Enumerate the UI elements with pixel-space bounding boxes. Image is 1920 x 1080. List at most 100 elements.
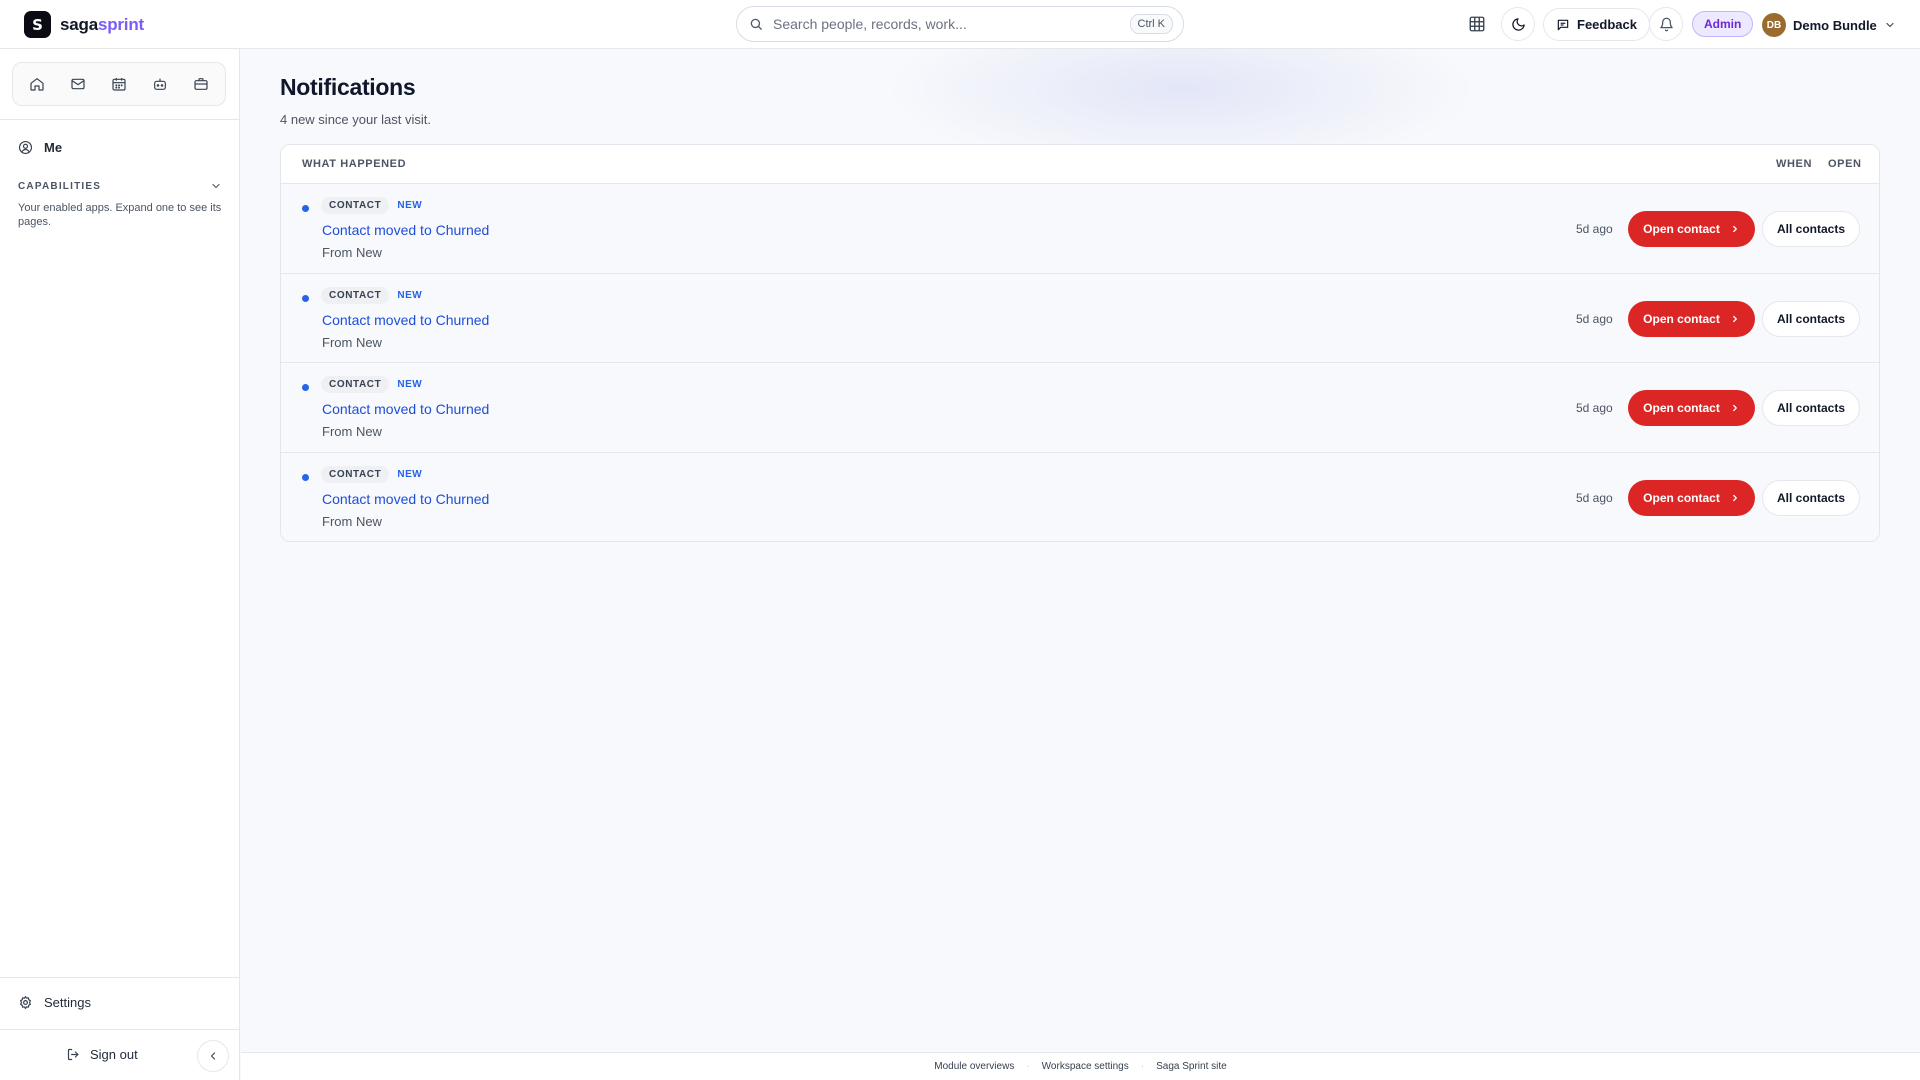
record-type-badge: CONTACT <box>321 286 390 304</box>
chevron-right-icon <box>1730 493 1740 503</box>
row-tags: CONTACT NEW <box>321 465 422 483</box>
all-contacts-button[interactable]: All contacts <box>1762 390 1860 426</box>
capabilities-section-header[interactable]: CAPABILITIES <box>18 180 222 192</box>
status-badge: NEW <box>397 289 423 301</box>
collapse-sidebar-button[interactable] <box>197 1040 229 1072</box>
sidebar: Me CAPABILITIES Your enabled apps. Expan… <box>0 49 240 1080</box>
record-type-badge: CONTACT <box>321 465 390 483</box>
app-switcher <box>12 62 226 106</box>
bot-icon[interactable] <box>145 69 175 99</box>
notification-time: 5d ago <box>1576 311 1613 326</box>
footer-link-module-overviews[interactable]: Module overviews <box>934 1061 1014 1072</box>
status-badge: NEW <box>397 379 423 390</box>
footer-link-workspace-settings[interactable]: Workspace settings <box>1042 1061 1129 1072</box>
feedback-button[interactable]: Feedback <box>1543 8 1650 41</box>
unread-dot <box>302 205 309 212</box>
chevron-right-icon <box>1730 403 1740 413</box>
brand-name-part2: sprint <box>97 14 144 34</box>
notification-time: 5d ago <box>1576 401 1613 415</box>
brand-logo[interactable]: S sagasprint <box>24 11 144 38</box>
bell-icon <box>1659 17 1674 32</box>
home-icon[interactable] <box>22 69 52 99</box>
all-contacts-button[interactable]: All contacts <box>1762 300 1860 337</box>
notification-title-link[interactable]: Contact moved to Churned <box>322 491 489 507</box>
open-contact-label: Open contact <box>1643 490 1720 505</box>
open-contact-button[interactable]: Open contact <box>1628 390 1755 426</box>
chevron-down-icon <box>210 180 222 192</box>
user-name: Demo Bundle <box>1793 17 1877 33</box>
page-title: Notifications <box>280 74 416 100</box>
sidebar-item-settings[interactable]: Settings <box>18 995 91 1010</box>
all-contacts-button[interactable]: All contacts <box>1762 211 1860 247</box>
open-contact-button[interactable]: Open contact <box>1628 479 1755 516</box>
calendar-icon[interactable] <box>104 69 134 99</box>
footer: Module overviews · Workspace settings · … <box>241 1052 1920 1080</box>
open-contact-label: Open contact <box>1643 311 1720 326</box>
sign-out-label: Sign out <box>90 1047 138 1062</box>
briefcase-icon[interactable] <box>186 69 216 99</box>
footer-separator: · <box>1026 1061 1030 1072</box>
role-badge: Admin <box>1692 11 1754 37</box>
brand-name: sagasprint <box>60 15 144 35</box>
apps-grid-button[interactable] <box>1465 12 1489 36</box>
notification-title-link[interactable]: Contact moved to Churned <box>322 401 489 417</box>
sidebar-item-label: Settings <box>44 995 91 1010</box>
table-row: CONTACT NEW Contact moved to Churned Fro… <box>281 363 1879 453</box>
grid-icon <box>1468 15 1486 33</box>
notification-time: 5d ago <box>1576 222 1613 236</box>
table-row: CONTACT NEW Contact moved to Churned Fro… <box>281 184 1879 274</box>
row-tags: CONTACT NEW <box>321 376 422 393</box>
sidebar-divider <box>0 977 239 978</box>
sidebar-divider <box>0 1029 239 1030</box>
gear-icon <box>18 995 33 1010</box>
notifications-table: WHAT HAPPENED WHEN OPEN CONTACT NEW Cont… <box>280 144 1880 542</box>
theme-toggle-button[interactable] <box>1501 7 1535 41</box>
user-menu[interactable]: DB Demo Bundle <box>1762 11 1896 39</box>
brand-name-part1: saga <box>60 14 98 34</box>
notification-detail: From New <box>322 424 382 439</box>
avatar: DB <box>1762 13 1786 37</box>
sidebar-item-label: Me <box>44 140 63 155</box>
notification-title-link[interactable]: Contact moved to Churned <box>322 312 489 328</box>
sidebar-item-me[interactable]: Me <box>18 140 62 155</box>
sign-out-button[interactable]: Sign out <box>66 1047 138 1062</box>
notification-detail: From New <box>322 513 382 529</box>
search-input[interactable] <box>773 16 1130 32</box>
moon-icon <box>1511 17 1526 32</box>
status-badge: NEW <box>397 200 423 211</box>
table-header: WHAT HAPPENED WHEN OPEN <box>281 145 1879 184</box>
chevron-right-icon <box>1730 314 1740 324</box>
all-contacts-button[interactable]: All contacts <box>1762 479 1860 516</box>
log-out-icon <box>66 1047 81 1062</box>
capabilities-description: Your enabled apps. Expand one to see its… <box>18 202 222 228</box>
sidebar-divider <box>0 119 239 120</box>
chevron-left-icon <box>207 1050 219 1062</box>
open-contact-label: Open contact <box>1643 401 1720 415</box>
unread-dot <box>302 294 309 302</box>
chevron-right-icon <box>1730 224 1740 234</box>
unread-dot <box>302 473 309 481</box>
footer-link-saga-sprint-site[interactable]: Saga Sprint site <box>1156 1061 1227 1072</box>
unread-dot <box>302 384 309 391</box>
mail-icon[interactable] <box>63 69 93 99</box>
global-search[interactable]: Ctrl K <box>736 6 1184 42</box>
record-type-badge: CONTACT <box>321 376 390 393</box>
open-contact-button[interactable]: Open contact <box>1628 300 1755 337</box>
notifications-button[interactable] <box>1649 7 1683 41</box>
open-contact-button[interactable]: Open contact <box>1628 211 1755 247</box>
page-subtitle: 4 new since your last visit. <box>280 112 432 127</box>
brand-mark-letter: S <box>32 15 43 34</box>
feedback-label: Feedback <box>1577 17 1637 32</box>
brand-mark-icon: S <box>24 11 51 38</box>
table-row: CONTACT NEW Contact moved to Churned Fro… <box>281 452 1879 541</box>
search-shortcut-hint: Ctrl K <box>1129 14 1173 34</box>
search-icon <box>749 17 763 31</box>
capabilities-title: CAPABILITIES <box>18 180 102 192</box>
record-type-badge: CONTACT <box>321 197 390 214</box>
row-tags: CONTACT NEW <box>321 197 422 214</box>
column-header-open: OPEN <box>1828 158 1862 170</box>
table-row: CONTACT NEW Contact moved to Churned Fro… <box>281 273 1879 363</box>
column-header-what: WHAT HAPPENED <box>302 158 407 170</box>
notification-title-link[interactable]: Contact moved to Churned <box>322 222 489 238</box>
user-circle-icon <box>18 140 33 155</box>
